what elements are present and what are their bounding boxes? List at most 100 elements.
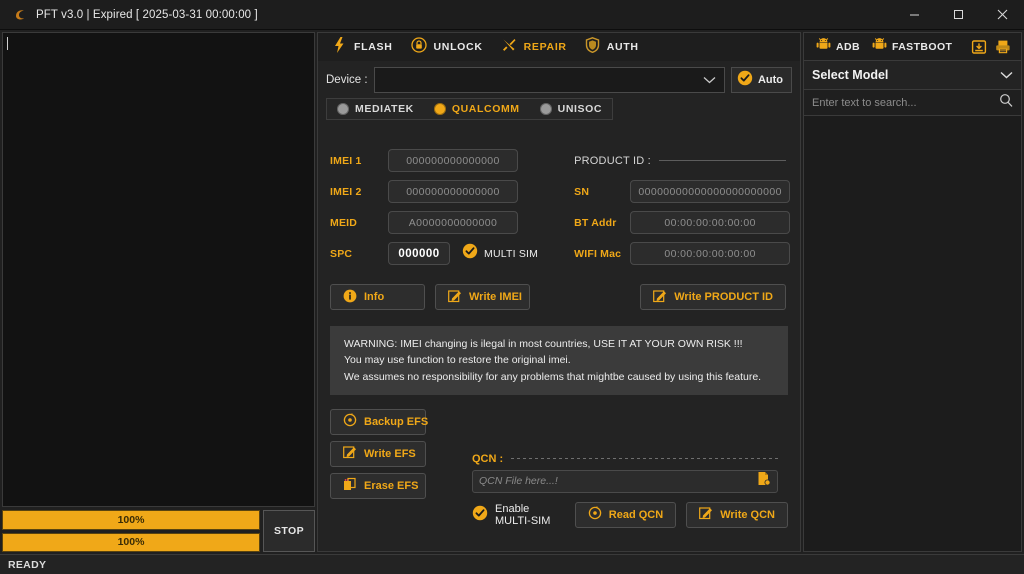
qcn-section: QCN : QCN File here...! Enable MULTI-SIM…	[426, 409, 788, 551]
warning-box: WARNING: IMEI changing is ilegal in most…	[330, 326, 788, 395]
check-circle-icon	[737, 70, 753, 91]
tab-unlock[interactable]: UNLOCK	[407, 33, 497, 61]
imei2-input[interactable]: 000000000000000	[388, 180, 518, 203]
info-button[interactable]: Info	[330, 284, 425, 310]
close-button[interactable]	[980, 0, 1024, 30]
write-imei-label: Write IMEI	[469, 291, 522, 303]
chevron-down-icon	[703, 71, 716, 89]
pencil-icon	[699, 506, 713, 523]
qcn-file-input[interactable]: QCN File here...!	[472, 469, 778, 493]
imei1-input[interactable]: 000000000000000	[388, 149, 518, 172]
text-caret	[7, 37, 8, 50]
bt-addr-input[interactable]: 00:00:00:00:00:00	[630, 211, 791, 234]
wifi-mac-label: WIFI Mac	[574, 247, 622, 260]
spc-label: SPC	[330, 247, 353, 260]
pencil-icon	[653, 289, 667, 306]
imei2-label: IMEI 2	[330, 185, 362, 198]
log-console[interactable]	[2, 32, 315, 507]
product-id-label: PRODUCT ID :	[574, 154, 651, 167]
enable-multi-sim-checkbox[interactable]: Enable MULTI-SIM	[472, 503, 565, 527]
write-efs-button[interactable]: Write EFS	[330, 440, 426, 467]
backup-efs-label: Backup EFS	[364, 415, 429, 428]
adb-button[interactable]: ADB	[810, 33, 866, 61]
maximize-button[interactable]	[936, 0, 980, 30]
read-qcn-button[interactable]: Read QCN	[574, 501, 677, 528]
android-icon	[816, 37, 831, 57]
spc-input[interactable]: 000000	[388, 242, 450, 265]
erase-icon	[343, 477, 357, 494]
erase-efs-button[interactable]: Erase EFS	[330, 472, 426, 499]
lightning-icon	[332, 36, 347, 58]
search-placeholder: Enter text to search...	[812, 96, 917, 109]
meid-label: MEID	[330, 216, 358, 229]
write-qcn-button[interactable]: Write QCN	[686, 501, 788, 528]
info-label: Info	[364, 291, 385, 303]
qcn-label: QCN :	[472, 452, 504, 465]
android-icon	[872, 37, 887, 57]
read-qcn-label: Read QCN	[608, 508, 664, 521]
minimize-button[interactable]	[892, 0, 936, 30]
product-id-column: PRODUCT ID : SN 00000000000000000000000 …	[538, 148, 800, 272]
center-panel: FLASH UNLOCK REPAIR AUTH Device: Auto M…	[317, 32, 801, 552]
bt-addr-label: BT Addr	[574, 216, 617, 229]
model-list[interactable]	[803, 116, 1022, 552]
sn-input[interactable]: 00000000000000000000000	[630, 180, 791, 203]
meid-row: MEID A0000000000000	[330, 210, 538, 235]
device-select[interactable]	[373, 67, 725, 93]
save-icon[interactable]	[967, 39, 991, 55]
platform-mediatek[interactable]: MEDIATEK	[327, 99, 424, 119]
multi-sim-label: MULTI SIM	[484, 247, 539, 260]
product-id-header: PRODUCT ID :	[574, 148, 800, 173]
application-window: PFT v3.0 | Expired [ 2025-03-31 00:00:00…	[0, 0, 1024, 574]
platform-row: MEDIATEK QUALCOMM UNISOC	[318, 93, 800, 120]
tools-icon	[501, 37, 517, 58]
write-qcn-label: Write QCN	[720, 508, 775, 521]
wifi-mac-row: WIFI Mac 00:00:00:00:00:00	[574, 241, 800, 266]
model-select[interactable]: Select Model	[803, 60, 1022, 90]
backup-efs-button[interactable]: Backup EFS	[330, 408, 429, 435]
device-row: Device : Auto	[318, 61, 800, 93]
backup-icon	[588, 506, 602, 523]
chevron-down-icon	[1000, 66, 1013, 84]
auto-toggle[interactable]: Auto	[730, 67, 792, 93]
qcn-file-placeholder: QCN File here...!	[479, 475, 558, 488]
tab-repair[interactable]: REPAIR	[497, 33, 581, 61]
multi-sim-checkbox[interactable]: MULTI SIM	[462, 243, 538, 264]
backup-icon	[343, 413, 357, 430]
tab-auth[interactable]: AUTH	[581, 33, 653, 61]
imei-column: IMEI 1 000000000000000 IMEI 2 0000000000…	[318, 148, 538, 274]
imei1-label: IMEI 1	[330, 154, 362, 167]
wifi-mac-input[interactable]: 00:00:00:00:00:00	[630, 242, 791, 265]
divider	[658, 160, 786, 161]
warning-line-2: You may use function to restore the orig…	[344, 354, 571, 367]
tab-label: UNLOCK	[433, 41, 483, 53]
export-icon[interactable]	[991, 39, 1015, 55]
lock-icon	[410, 36, 427, 58]
repair-form: IMEI 1 000000000000000 IMEI 2 0000000000…	[318, 120, 800, 274]
search-icon[interactable]	[999, 93, 1013, 112]
shield-icon	[585, 36, 600, 58]
platform-label: MEDIATEK	[355, 103, 414, 115]
divider	[511, 458, 778, 460]
status-bar: READY	[0, 554, 1024, 574]
bt-addr-row: BT Addr 00:00:00:00:00:00	[574, 210, 800, 235]
write-product-id-button[interactable]: Write PRODUCT ID	[640, 284, 786, 310]
model-search-input[interactable]: Enter text to search...	[803, 90, 1022, 116]
device-label: Device :	[326, 74, 368, 86]
app-logo-icon	[8, 7, 34, 23]
stop-button[interactable]: STOP	[263, 510, 315, 552]
write-imei-button[interactable]: Write IMEI	[435, 284, 530, 310]
fastboot-label: FASTBOOT	[891, 40, 953, 53]
progress-label-primary: 100%	[117, 513, 145, 526]
adb-label: ADB	[836, 40, 860, 53]
pencil-icon	[448, 289, 462, 306]
sn-label: SN	[574, 185, 590, 198]
meid-input[interactable]: A0000000000000	[388, 211, 518, 234]
fastboot-button[interactable]: FASTBOOT	[866, 33, 958, 61]
tab-label: AUTH	[606, 41, 639, 53]
folder-open-icon[interactable]	[757, 471, 771, 491]
tab-flash[interactable]: FLASH	[328, 33, 407, 61]
platform-unisoc[interactable]: UNISOC	[530, 99, 612, 119]
platform-qualcomm[interactable]: QUALCOMM	[424, 99, 530, 119]
qcn-button-row: Enable MULTI-SIM Read QCN Write QCN	[472, 501, 788, 528]
